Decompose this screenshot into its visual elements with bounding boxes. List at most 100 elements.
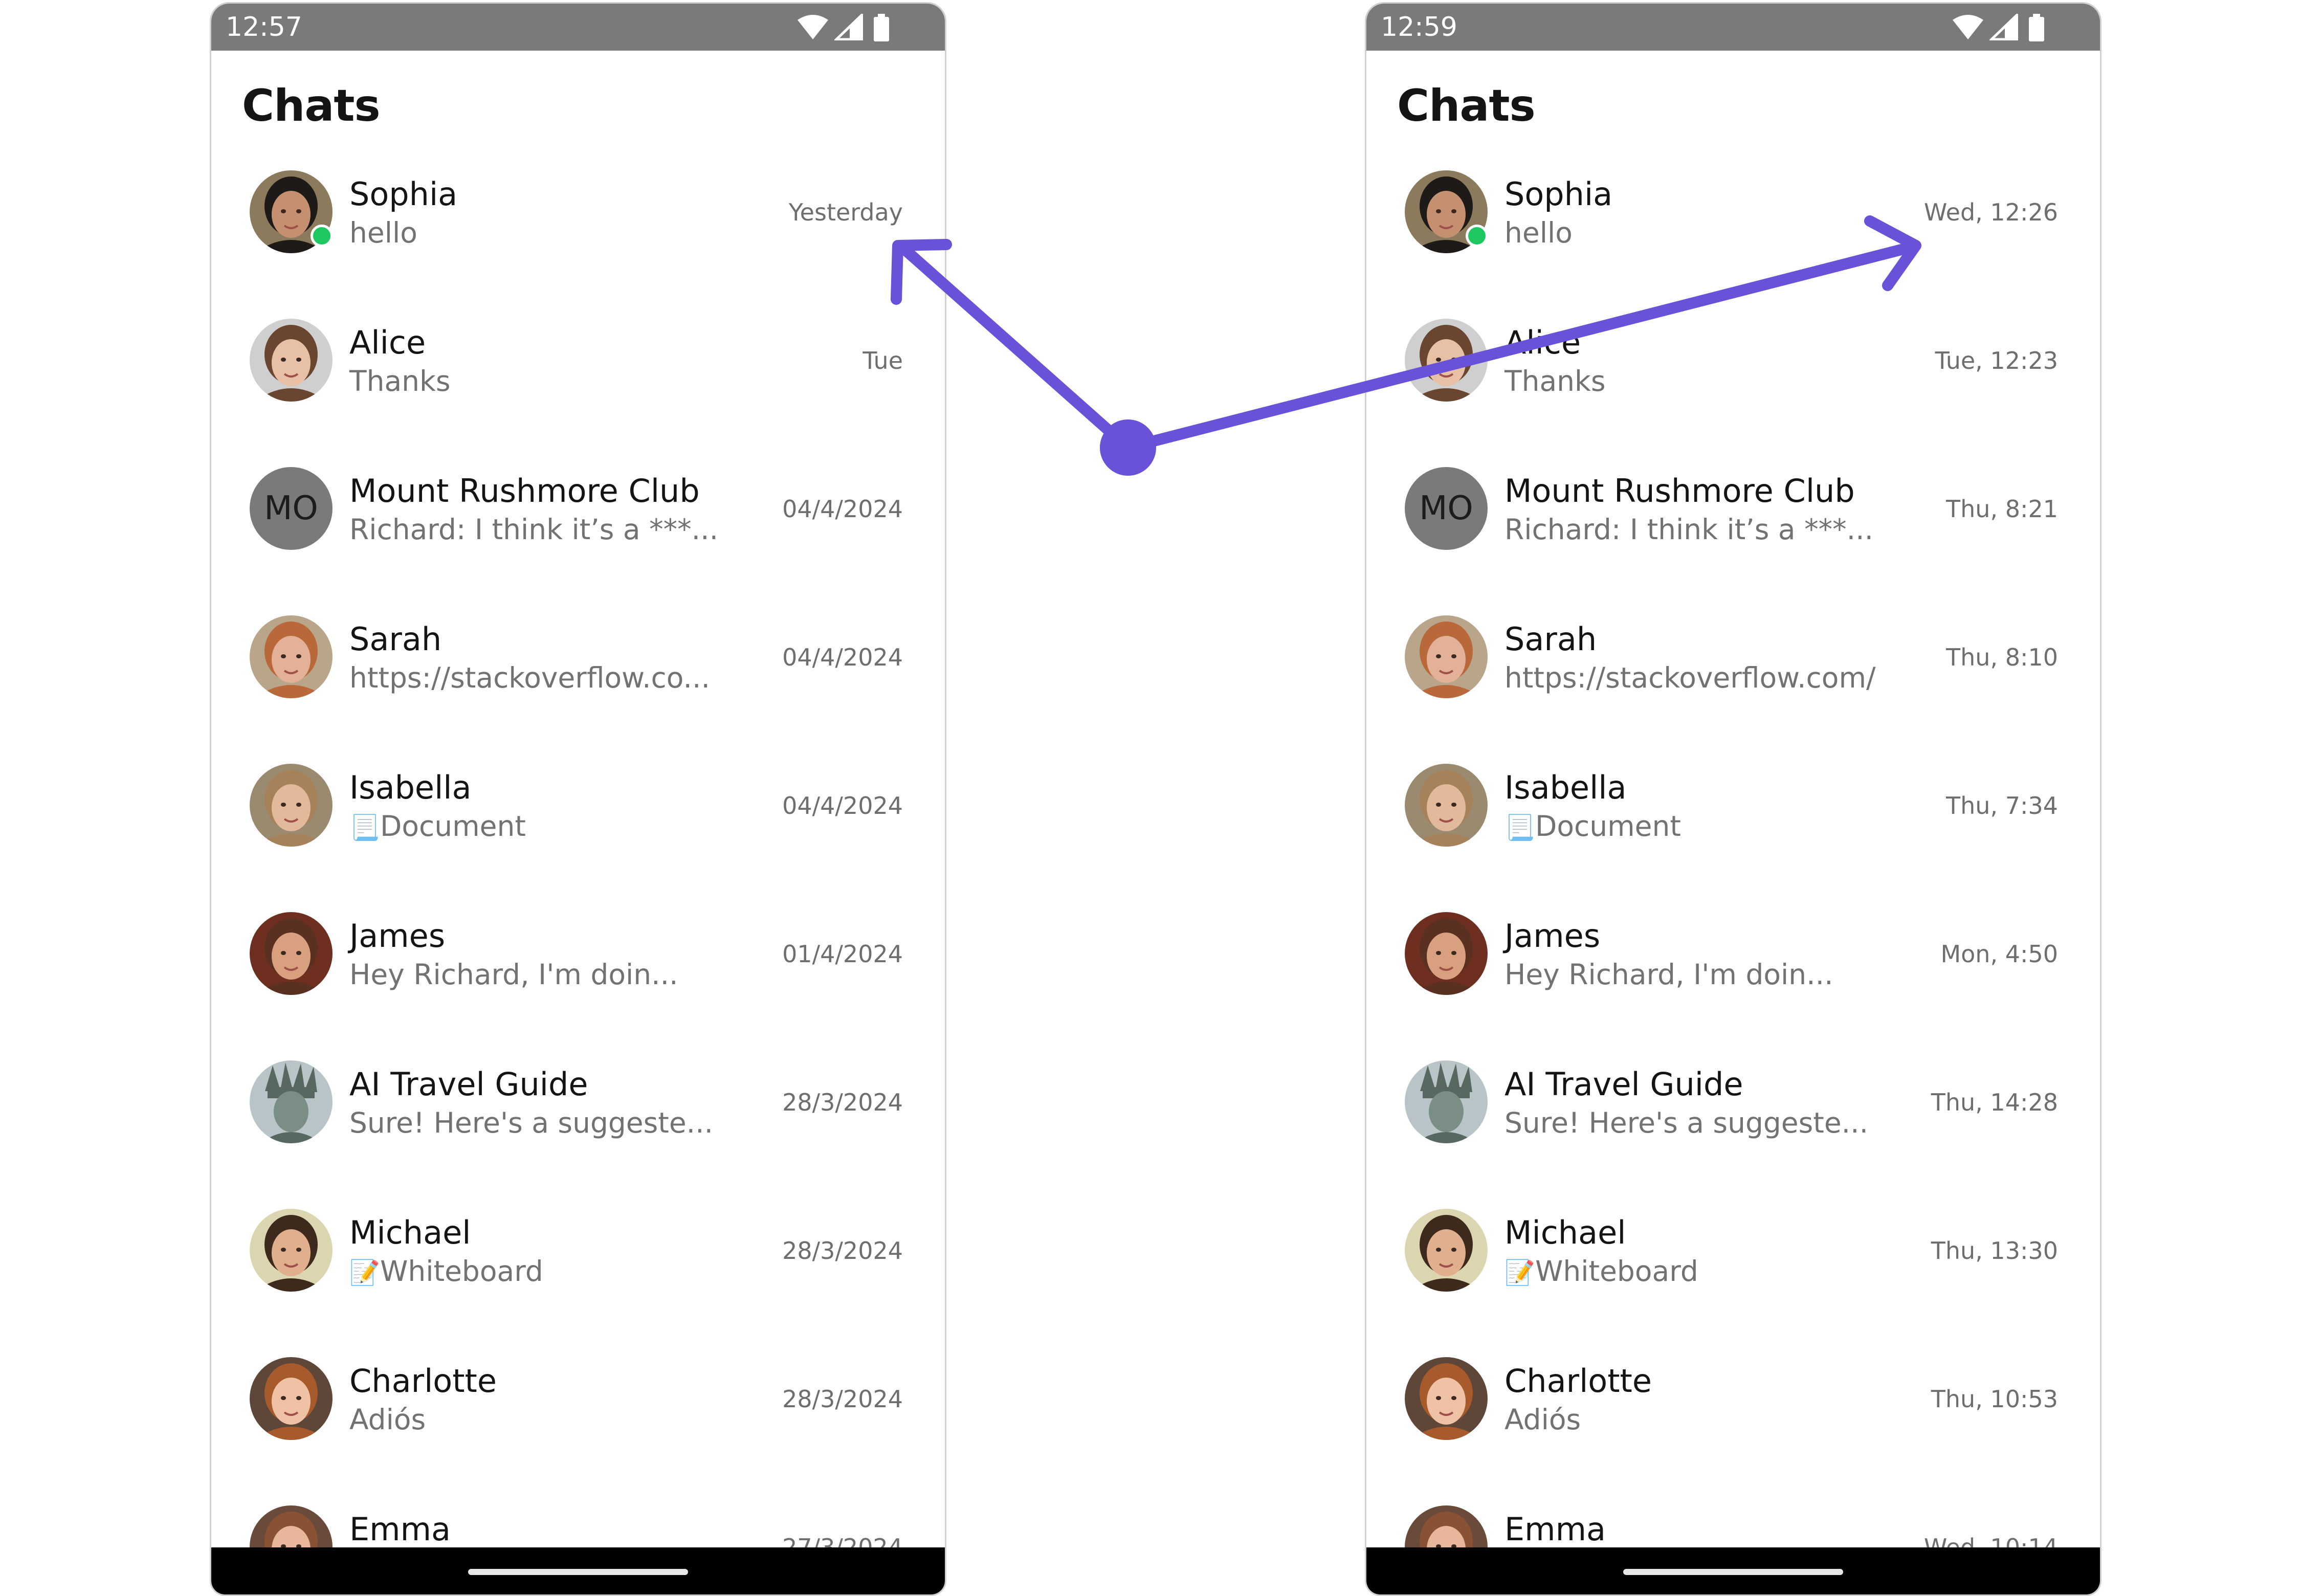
chat-timestamp: 01/4/2024 [782,940,903,968]
chat-name: Emma [349,1511,451,1548]
chat-name: Isabella [349,769,472,806]
chat-timestamp: Thu, 8:21 [1946,495,2058,523]
chat-timestamp: Tue, 12:23 [1935,347,2058,374]
chat-last-message: Adiós [1504,1403,1581,1436]
chat-last-message-text: Hey Richard, I'm doin... [1504,958,1833,991]
chat-last-message: Sure! Here's a suggeste... [349,1106,713,1139]
avatar [250,319,333,402]
chat-last-message-text: Adiós [1504,1403,1581,1436]
chat-timestamp: Thu, 8:10 [1946,644,2058,671]
chat-last-message: https://stackoverflow.com/ [1504,661,1876,694]
chat-list-item[interactable]: MO Mount Rushmore Club Richard: I think it… [211,442,945,590]
avatar [1405,764,1488,847]
chat-list-item[interactable]: James Hey Richard, I'm doin... Mon, 4:50 [1366,888,2100,1035]
chat-name: Michael [349,1214,471,1251]
home-indicator[interactable] [468,1569,688,1575]
chat-list-item[interactable]: Charlotte Adiós 28/3/2024 [211,1333,945,1480]
status-icons [1952,14,2054,42]
chat-name: Isabella [1504,769,1627,806]
arrow-origin-dot [1100,419,1156,476]
chat-last-message-text: Whiteboard [1535,1255,1698,1288]
chat-last-message: 📃Document [1504,810,1681,843]
avatar: MO [1405,467,1488,550]
chat-list-item[interactable]: Isabella 📃Document Thu, 7:34 [1366,739,2100,886]
chat-list-item[interactable]: Michael 📝Whiteboard Thu, 13:30 [1366,1184,2100,1332]
status-bar: 12:59 [1366,4,2100,51]
chat-last-message: 📝Whiteboard [349,1255,543,1288]
chat-timestamp: Tue [862,347,903,374]
chat-timestamp: 28/3/2024 [782,1385,903,1413]
chat-timestamp: Yesterday [788,198,903,226]
chat-last-message-text: Thanks [349,365,451,397]
avatar [1405,1357,1488,1440]
chat-timestamp: Thu, 14:28 [1931,1089,2058,1116]
battery-icon [874,14,889,41]
chat-name: James [1504,917,1601,955]
chat-timestamp: 04/4/2024 [782,792,903,819]
chat-last-message-text: Richard: I think it’s a ***... [349,513,719,546]
phone-screen-left: 12:57 Chats Sophia hello Yesterday Alice Tha… [210,2,946,1596]
status-bar: 12:57 [211,4,945,51]
document-icon: 📃 [1504,813,1535,842]
chat-list-item[interactable]: AI Travel Guide Sure! Here's a suggeste..… [211,1036,945,1183]
chat-last-message: Adiós [349,1403,426,1436]
chat-timestamp: Mon, 4:50 [1940,940,2058,968]
chat-timestamp: Thu, 13:30 [1931,1237,2058,1265]
chat-list-item[interactable]: Sarah https://stackoverflow.co... 04/4/202… [211,591,945,738]
chat-name: Charlotte [349,1362,497,1400]
chat-last-message-text: Document [380,810,526,843]
chat-timestamp: 04/4/2024 [782,495,903,523]
chat-last-message-text: Sure! Here's a suggeste... [349,1106,714,1139]
chat-last-message: hello [349,216,417,249]
chat-last-message-text: Richard: I think it’s a ***... [1504,513,1874,546]
chat-last-message-text: Hey Richard, I'm doin... [349,958,678,991]
wifi-icon [1953,15,1983,39]
page-title: Chats [242,80,381,131]
chat-timestamp: 28/3/2024 [782,1237,903,1265]
memo-icon: 📝 [1504,1258,1535,1287]
battery-icon [2029,14,2044,41]
status-time: 12:59 [1381,12,1457,42]
chat-name: Sophia [349,175,458,213]
chat-list-item[interactable]: Isabella 📃Document 04/4/2024 [211,739,945,886]
chat-name: Mount Rushmore Club [349,472,700,509]
avatar [1405,615,1488,698]
avatar [250,912,333,995]
home-indicator[interactable] [1623,1569,1843,1575]
chat-last-message-text: Thanks [1504,365,1606,397]
chat-list-item[interactable]: AI Travel Guide Sure! Here's a suggeste..… [1366,1036,2100,1183]
cellular-signal-icon [1989,14,2018,40]
avatar [1405,1209,1488,1292]
chat-name: Michael [1504,1214,1626,1251]
avatar [250,615,333,698]
chat-last-message-text: Document [1535,810,1681,843]
chat-timestamp: Wed, 12:26 [1923,198,2058,226]
chat-timestamp: Thu, 10:53 [1931,1385,2058,1413]
chat-last-message: Hey Richard, I'm doin... [1504,958,1833,991]
chat-list-item[interactable]: Sarah https://stackoverflow.com/Thu, 8:10 [1366,591,2100,738]
chat-last-message: Hey Richard, I'm doin... [349,958,678,991]
chat-list-item[interactable]: MO Mount Rushmore Club Richard: I think it… [1366,442,2100,590]
status-icons [796,14,899,42]
chat-list-item[interactable]: James Hey Richard, I'm doin... 01/4/2024 [211,888,945,1035]
chat-list-item[interactable]: Charlotte Adiós Thu, 10:53 [1366,1333,2100,1480]
online-status-indicator [311,225,333,247]
chat-last-message: Richard: I think it’s a ***... [349,513,718,546]
chat-last-message-text: hello [1504,216,1573,249]
chat-name: Sophia [1504,175,1613,213]
online-status-indicator [1466,225,1488,247]
chat-list-item[interactable]: Alice Thanks Tue, 12:23 [1366,294,2100,441]
chat-list-item[interactable]: Sophia hello Yesterday [211,146,945,293]
chat-list-item[interactable]: Sophia hello Wed, 12:26 [1366,146,2100,293]
avatar [250,1209,333,1292]
chat-list-item[interactable]: Michael 📝Whiteboard 28/3/2024 [211,1184,945,1332]
avatar [250,764,333,847]
chat-list-item[interactable]: Alice Thanks Tue [211,294,945,441]
chat-name: Sarah [349,620,442,658]
status-time: 12:57 [226,12,302,42]
page-title: Chats [1397,80,1536,131]
cellular-signal-icon [834,14,863,40]
navigation-bar [211,1547,945,1594]
chat-last-message-text: https://stackoverflow.co... [349,661,710,694]
chat-last-message-text: Whiteboard [380,1255,543,1288]
